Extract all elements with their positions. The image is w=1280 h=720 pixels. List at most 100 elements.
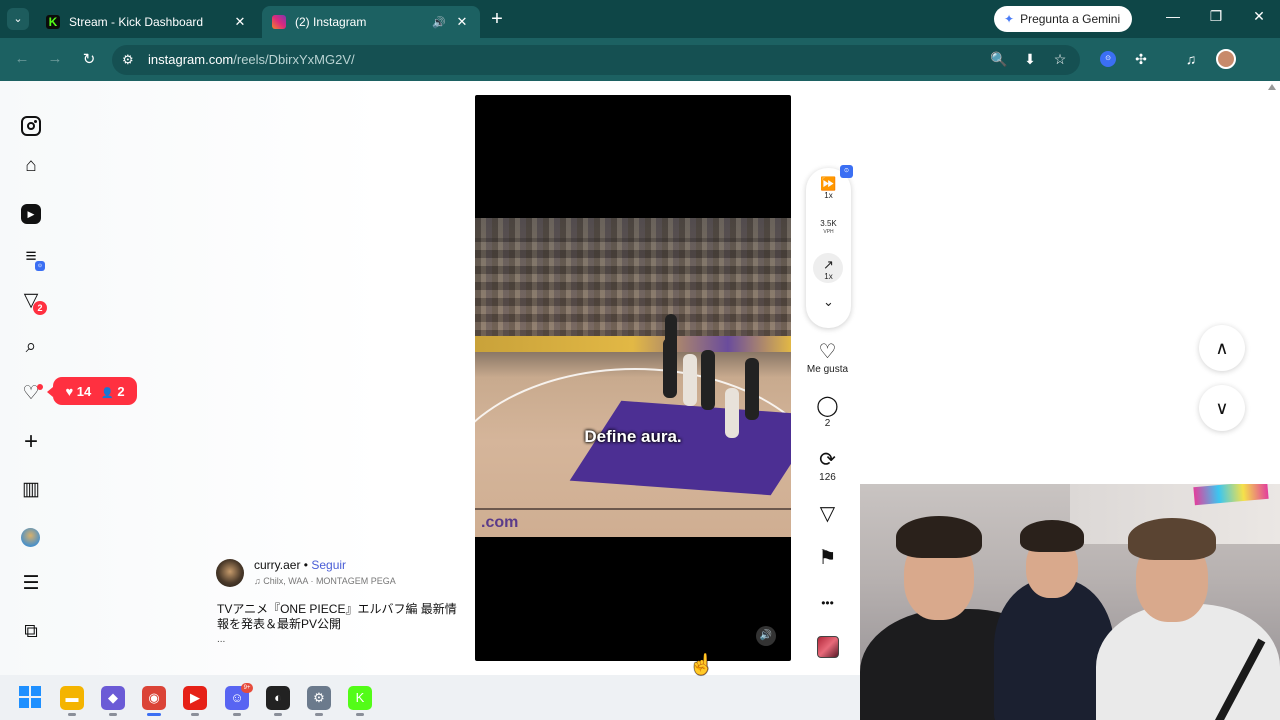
speaker-icon[interactable]: 🔊	[430, 16, 448, 29]
search-icon[interactable]: ⌕	[20, 336, 42, 358]
apps-icon[interactable]: ⧉	[20, 621, 42, 643]
tab-search-button[interactable]: ⌄	[7, 8, 29, 30]
chevron-down-icon: ⌄	[823, 294, 834, 309]
player	[701, 350, 715, 410]
more-icon: •••	[821, 596, 834, 610]
likes-count: ♥ 14	[65, 384, 91, 399]
reload-button[interactable]: ↻	[78, 50, 100, 68]
trend-control[interactable]: ↗ 1x	[806, 258, 851, 282]
menu-icon[interactable]: ☰	[20, 573, 42, 595]
save-button[interactable]: ⚑	[800, 547, 855, 569]
share-icon: ▽	[819, 503, 836, 525]
mute-button[interactable]: 🔊	[756, 626, 776, 646]
taskbar-running-indicator	[147, 713, 161, 716]
profile-avatar[interactable]	[21, 528, 40, 547]
player	[665, 314, 677, 350]
comment-button[interactable]: ◯ 2	[800, 395, 855, 431]
home-icon[interactable]: ⌂	[20, 155, 42, 177]
reel-video[interactable]: .com Define aura.	[475, 95, 791, 661]
discord-badge: 9+	[241, 683, 253, 693]
gemini-label: Pregunta a Gemini	[1020, 12, 1121, 26]
profile-avatar[interactable]	[1216, 49, 1236, 69]
url-text[interactable]: instagram.com/reels/DbirxYxMG2V/	[148, 52, 355, 67]
more-options-button[interactable]: •••	[800, 592, 855, 614]
extensions-icon[interactable]: ✣	[1131, 51, 1151, 68]
video-frame: .com	[475, 218, 791, 537]
close-window-button[interactable]: ✕	[1247, 8, 1271, 25]
bookmark-icon: ⚑	[818, 547, 837, 569]
install-app-icon[interactable]: ⬇	[1020, 51, 1040, 68]
close-icon[interactable]: ✕	[454, 14, 470, 30]
chrome-icon[interactable]: ◉	[142, 686, 166, 710]
back-button[interactable]: ←	[11, 50, 33, 67]
file-explorer-icon[interactable]: ▬	[60, 686, 84, 710]
instagram-logo-icon[interactable]	[21, 116, 41, 136]
bookmark-star-icon[interactable]: ☆	[1050, 51, 1070, 68]
forward-button[interactable]: →	[44, 50, 66, 67]
restore-button[interactable]: ❐	[1204, 8, 1228, 25]
gemini-button[interactable]: ✦ Pregunta a Gemini	[994, 6, 1133, 32]
taskbar-running-indicator	[274, 713, 282, 716]
reels-icon[interactable]: ▶	[21, 204, 41, 224]
obs-icon[interactable]: ◐	[266, 686, 290, 710]
previous-reel-button[interactable]: ∧	[1199, 325, 1245, 371]
trend-icon: ↗	[823, 257, 834, 272]
player	[683, 354, 697, 406]
youtube-music-icon[interactable]: ▶	[183, 686, 207, 710]
taskbar-running-indicator	[233, 713, 241, 716]
share-button[interactable]: ▽	[800, 503, 855, 525]
followers-count: 👤 2	[101, 384, 124, 399]
audio-track[interactable]: ♫ Chilx, WAA · MONTAGEM PEGA	[254, 576, 424, 586]
new-tab-button[interactable]: +	[487, 8, 507, 30]
person-left-hair	[896, 516, 982, 558]
author-avatar[interactable]	[216, 559, 244, 587]
audio-thumbnail[interactable]	[817, 636, 839, 658]
playback-speed-control[interactable]: ⏩ 1x	[806, 177, 851, 201]
crowd-rows	[475, 238, 791, 338]
likes-value: 14	[76, 383, 92, 399]
media-controls-icon[interactable]: ♫	[1181, 51, 1201, 67]
create-icon[interactable]: +	[20, 430, 42, 454]
more-link[interactable]: ...	[217, 634, 225, 645]
url-domain: instagram.com	[148, 52, 234, 67]
trend-label: 1x	[824, 272, 833, 281]
taskbar-running-indicator	[356, 713, 364, 716]
repost-button[interactable]: ⟳ 126	[800, 449, 855, 485]
audio-track-label: Chilx, WAA · MONTAGEM PEGA	[263, 576, 396, 586]
zoom-icon[interactable]: 🔍	[989, 51, 1009, 68]
fast-forward-icon: ⏩	[820, 176, 837, 191]
repost-icon: ⟳	[819, 449, 836, 471]
close-icon[interactable]: ✕	[232, 14, 248, 30]
extension-badge-icon[interactable]: ⊙	[1100, 51, 1116, 67]
kick-icon[interactable]: K	[348, 686, 372, 710]
settings-icon[interactable]: ⚙	[307, 686, 331, 710]
minimize-button[interactable]: —	[1161, 8, 1185, 24]
scroll-up-arrow-icon[interactable]	[1268, 84, 1276, 90]
stream-app-icon[interactable]: ◆	[101, 686, 125, 710]
next-reel-button[interactable]: ∨	[1199, 385, 1245, 431]
extension-badge-icon: ⊙	[35, 261, 45, 271]
site-settings-icon[interactable]: ⚙	[122, 52, 136, 68]
taskbar-running-indicator	[68, 713, 76, 716]
taskbar-running-indicator	[191, 713, 199, 716]
tab-title: (2) Instagram	[295, 15, 367, 29]
mouse-cursor-icon: ☝	[689, 654, 714, 676]
collapse-panel-button[interactable]: ⌄	[806, 295, 851, 309]
person-middle-hair	[1020, 520, 1084, 552]
taskbar-running-indicator	[315, 713, 323, 716]
video-caption: Define aura.	[584, 427, 682, 446]
court-logo-text: .com	[481, 514, 519, 531]
like-button[interactable]: ♡ Me gusta	[800, 341, 855, 377]
dashboard-icon[interactable]: ▥	[20, 479, 42, 501]
repost-count: 126	[819, 472, 836, 483]
gemini-icon: ✦	[1004, 12, 1015, 26]
notifications-popup[interactable]: ♥ 14 👤 2	[47, 377, 137, 405]
followers-value: 2	[117, 383, 125, 399]
windows-start-icon[interactable]	[19, 686, 41, 708]
follow-button[interactable]: Seguir	[311, 558, 346, 572]
tab-instagram[interactable]: (2) Instagram 🔊 ✕	[262, 6, 480, 38]
tab-kick-dashboard[interactable]: K Stream - Kick Dashboard ✕	[36, 6, 258, 38]
messages-badge: 2	[33, 301, 47, 315]
reel-description: TVアニメ『ONE PIECE』エルバフ編 最新情報を発表＆最新PV公開	[217, 602, 457, 631]
author-username[interactable]: curry.aer	[254, 558, 300, 572]
